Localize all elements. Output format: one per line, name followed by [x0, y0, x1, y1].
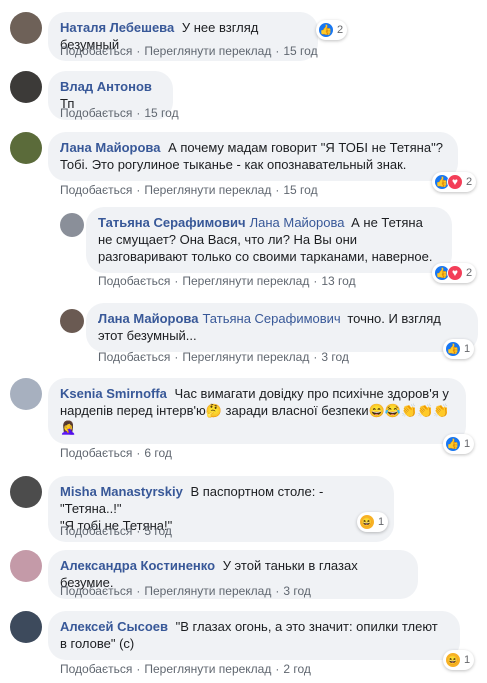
reaction-count: 2: [466, 176, 473, 188]
comment-author[interactable]: Александра Костиненко: [60, 558, 215, 573]
reaction-count: 2: [466, 267, 473, 279]
reaction-summary[interactable]: 👍 1: [443, 339, 475, 359]
translate-button[interactable]: Переглянути переклад: [144, 662, 271, 676]
comment-actions: Подобається · Переглянути переклад · 15 год: [60, 44, 318, 58]
comment-author[interactable]: Лана Майорова: [60, 140, 160, 155]
avatar[interactable]: [10, 378, 42, 410]
reaction-summary[interactable]: 😆 1: [443, 650, 475, 670]
reaction-count: 1: [378, 516, 385, 528]
translate-button[interactable]: Переглянути переклад: [144, 584, 271, 598]
reaction-summary[interactable]: 👍 ♥ 2: [432, 263, 477, 283]
reaction-count: 2: [337, 24, 344, 36]
reaction-count: 1: [464, 343, 471, 355]
comment-actions: Подобається · Переглянути переклад · 13 год: [98, 274, 356, 288]
timestamp[interactable]: 15 год: [144, 106, 178, 120]
timestamp[interactable]: 3 год: [321, 350, 349, 364]
haha-icon: 😆: [359, 514, 375, 530]
comment-author[interactable]: Татьяна Серафимович: [98, 215, 246, 230]
thinking-emoji-icon: 🤔: [205, 403, 222, 418]
comment-author[interactable]: Ksenia Smirnoffa: [60, 386, 167, 401]
timestamp[interactable]: 6 год: [144, 446, 172, 460]
like-button[interactable]: Подобається: [98, 350, 170, 364]
translate-button[interactable]: Переглянути переклад: [144, 44, 271, 58]
timestamp[interactable]: 15 год: [283, 44, 317, 58]
haha-icon: 😆: [445, 652, 461, 668]
laughing-emoji-icons: 😄😂👏👏👏: [368, 403, 450, 418]
like-button[interactable]: Подобається: [60, 524, 132, 538]
like-button[interactable]: Подобається: [60, 662, 132, 676]
comment-actions: Подобається · 5 год: [60, 524, 172, 538]
avatar[interactable]: [10, 12, 42, 44]
like-icon: 👍: [445, 436, 461, 452]
like-button[interactable]: Подобається: [60, 584, 132, 598]
translate-button[interactable]: Переглянути переклад: [182, 274, 309, 288]
mention-link[interactable]: Лана Майорова: [250, 215, 345, 230]
heart-icon: ♥: [447, 174, 463, 190]
comment-bubble: Лана Майорова А почему мадам говорит "Я …: [48, 132, 458, 181]
comment-text-continued: заради власної безпеки: [225, 403, 369, 418]
comment-author[interactable]: Misha Manastyrskiy: [60, 484, 183, 499]
avatar[interactable]: [10, 550, 42, 582]
like-icon: 👍: [318, 22, 334, 38]
comment-actions: Подобається · Переглянути переклад · 3 год: [60, 584, 311, 598]
like-button[interactable]: Подобається: [60, 106, 132, 120]
timestamp[interactable]: 5 год: [144, 524, 172, 538]
reaction-count: 1: [464, 438, 471, 450]
like-button[interactable]: Подобається: [60, 183, 132, 197]
comment-bubble: Ksenia Smirnoffa Час вимагати довідку пр…: [48, 378, 466, 444]
timestamp[interactable]: 3 год: [283, 584, 311, 598]
timestamp[interactable]: 13 год: [321, 274, 355, 288]
avatar[interactable]: [60, 309, 84, 333]
comment-bubble: Алексей Сысоев "В глазах огонь, а это зн…: [48, 611, 460, 660]
timestamp[interactable]: 15 год: [283, 183, 317, 197]
comment-bubble: Лана Майорова Татьяна Серафимович точно. …: [86, 303, 478, 352]
woman-facepalm-emoji-icon: 🤦‍♀️: [60, 420, 77, 435]
comment-author[interactable]: Наталя Лебешева: [60, 20, 174, 35]
like-button[interactable]: Подобається: [60, 446, 132, 460]
reaction-count: 1: [464, 654, 471, 666]
reaction-summary[interactable]: 👍 ♥ 2: [432, 172, 477, 192]
comment-actions: Подобається · Переглянути переклад · 15 год: [60, 183, 318, 197]
translate-button[interactable]: Переглянути переклад: [144, 183, 271, 197]
comment-bubble: Татьяна Серафимович Лана Майорова А не Те…: [86, 207, 452, 273]
reaction-summary[interactable]: 😆 1: [357, 512, 389, 532]
mention-link[interactable]: Татьяна Серафимович: [202, 311, 340, 326]
comment-actions: Подобається · 6 год: [60, 446, 172, 460]
like-icon: 👍: [445, 341, 461, 357]
comment-actions: Подобається · 15 год: [60, 106, 179, 120]
reaction-summary[interactable]: 👍 1: [443, 434, 475, 454]
avatar[interactable]: [10, 132, 42, 164]
reaction-summary[interactable]: 👍 2: [316, 20, 348, 40]
avatar[interactable]: [10, 71, 42, 103]
comment-actions: Подобається · Переглянути переклад · 3 год: [98, 350, 349, 364]
like-button[interactable]: Подобається: [60, 44, 132, 58]
translate-button[interactable]: Переглянути переклад: [182, 350, 309, 364]
comment-author[interactable]: Алексей Сысоев: [60, 619, 168, 634]
like-button[interactable]: Подобається: [98, 274, 170, 288]
avatar[interactable]: [60, 213, 84, 237]
avatar[interactable]: [10, 476, 42, 508]
comment-author[interactable]: Лана Майорова: [98, 311, 198, 326]
heart-icon: ♥: [447, 265, 463, 281]
timestamp[interactable]: 2 год: [283, 662, 311, 676]
comment-actions: Подобається · Переглянути переклад · 2 год: [60, 662, 311, 676]
avatar[interactable]: [10, 611, 42, 643]
comment-author[interactable]: Влад Антонов: [60, 79, 152, 94]
